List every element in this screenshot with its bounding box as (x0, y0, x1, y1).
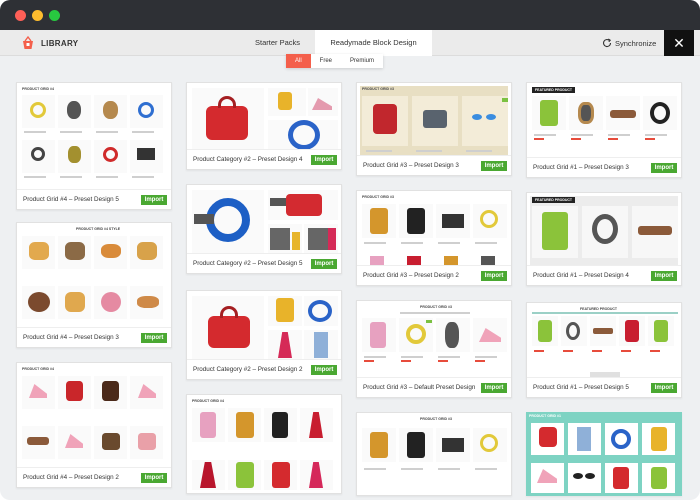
import-button[interactable]: Import (141, 195, 167, 205)
import-button[interactable]: Import (311, 259, 337, 269)
template-preview: PRODUCT GRID #4 (20, 366, 168, 467)
import-button[interactable]: Import (141, 333, 167, 343)
import-button[interactable]: Import (651, 383, 677, 393)
window-titlebar (0, 0, 700, 30)
filter-all[interactable]: All (286, 54, 311, 68)
template-title: Product Grid #4 – Preset Design 5 (23, 196, 119, 203)
template-card[interactable]: PRODUCT GRID #4 STYLE Product Grid #4 – … (16, 222, 172, 348)
template-preview: PRODUCT GRID #3 (360, 304, 508, 377)
template-card[interactable]: Product Category #2 – Preset Design 4 Imp… (186, 82, 342, 170)
close-library-button[interactable]: ✕ (664, 30, 694, 56)
window-close-dot[interactable] (15, 10, 26, 21)
template-preview: FEATURED PRODUCT (530, 86, 678, 157)
synchronize-button[interactable]: Synchronize (602, 38, 656, 48)
template-preview: PRODUCT GRID #3 (360, 416, 508, 492)
filter-pills: All Free Premium (286, 54, 384, 68)
template-title: Product Category #2 – Preset Design 5 (193, 260, 303, 267)
import-button[interactable]: Import (651, 163, 677, 173)
template-card[interactable]: PRODUCT GRID #3 Product Grid #3 – Preset… (356, 82, 512, 176)
template-preview: PRODUCT GRID #4 (20, 86, 168, 189)
basket-icon (23, 35, 33, 49)
template-card[interactable]: PRODUCT GRID #4 Product Grid #4 – Preset… (16, 82, 172, 210)
template-preview: PRODUCT GRID #4 STYLE (20, 226, 168, 327)
template-title: Product Grid #1 – Preset Design 3 (533, 164, 629, 171)
window-minimize-dot[interactable] (32, 10, 43, 21)
template-card[interactable]: PRODUCT GRID #4 Product Grid #4 – Preset… (16, 362, 172, 488)
template-preview: PRODUCT GRID #3 (360, 194, 508, 265)
close-icon: ✕ (673, 35, 685, 51)
template-title: Product Grid #1 – Preset Design 5 (533, 384, 629, 391)
template-card[interactable]: PRODUCT GRID #3 (356, 412, 512, 496)
template-preview (190, 86, 338, 149)
library-toolbar: LIBRARY Starter Packs Readymade Block De… (0, 30, 700, 56)
import-button[interactable]: Import (311, 155, 337, 165)
template-title: Product Grid #3 – Preset Design 2 (363, 272, 459, 279)
template-title: Product Category #2 – Preset Design 2 (193, 366, 303, 373)
template-title: Product Grid #3 – Preset Design 3 (363, 162, 459, 169)
template-card[interactable]: Product Category #2 – Preset Design 2 Imp… (186, 290, 342, 380)
library-window: LIBRARY Starter Packs Readymade Block De… (0, 0, 700, 500)
template-title: Product Grid #4 – Preset Design 2 (23, 474, 119, 481)
tab-readymade-block-design[interactable]: Readymade Block Design (315, 30, 432, 56)
synchronize-label: Synchronize (615, 38, 657, 48)
template-title: Product Grid #4 – Preset Design 3 (23, 334, 119, 341)
template-card[interactable]: Product Category #2 – Preset Design 5 Imp… (186, 184, 342, 274)
template-preview: FEATURED PRODUCT (530, 306, 678, 377)
logo-text: LIBRARY (41, 38, 79, 48)
template-card[interactable]: PRODUCT GRID #3 Product Grid #3 – Defaul… (356, 300, 512, 398)
template-title: Product Grid #1 – Preset Design 4 (533, 272, 629, 279)
window-maximize-dot[interactable] (49, 10, 60, 21)
import-button[interactable]: Import (311, 365, 337, 375)
import-button[interactable]: Import (481, 161, 507, 171)
filter-free[interactable]: Free (311, 54, 341, 68)
template-card[interactable]: PRODUCT GRID #3 Product Grid #3 – Preset… (356, 190, 512, 286)
import-button[interactable]: Import (481, 271, 507, 281)
sync-icon (603, 38, 612, 48)
tab-starter-packs[interactable]: Starter Packs (240, 30, 315, 56)
filter-premium[interactable]: Premium (341, 54, 383, 68)
template-preview: PRODUCT GRID #3 (360, 86, 508, 155)
template-preview (190, 294, 338, 359)
template-preview (190, 188, 338, 253)
import-button[interactable]: Import (141, 473, 167, 483)
template-preview: FEATURED PRODUCT (530, 196, 678, 265)
template-title: Product Category #2 – Preset Design 4 (193, 156, 303, 163)
template-card[interactable]: FEATURED PRODUCT Product Grid #1 – Prese… (526, 192, 682, 286)
template-card[interactable]: PRODUCT GRID #4 (186, 394, 342, 494)
import-button[interactable]: Import (481, 383, 507, 393)
template-card[interactable]: PRODUCT GRID #1 (526, 412, 682, 496)
import-button[interactable]: Import (651, 271, 677, 281)
template-preview: PRODUCT GRID #4 (190, 398, 338, 490)
library-logo: LIBRARY (20, 35, 78, 51)
template-card[interactable]: FEATURED PRODUCT Product Grid #1 – Prese… (526, 302, 682, 398)
template-title: Product Grid #3 – Default Preset Design (363, 384, 476, 391)
template-card[interactable]: FEATURED PRODUCT Product Grid #1 – Prese… (526, 82, 682, 178)
template-preview: PRODUCT GRID #1 (527, 413, 681, 495)
